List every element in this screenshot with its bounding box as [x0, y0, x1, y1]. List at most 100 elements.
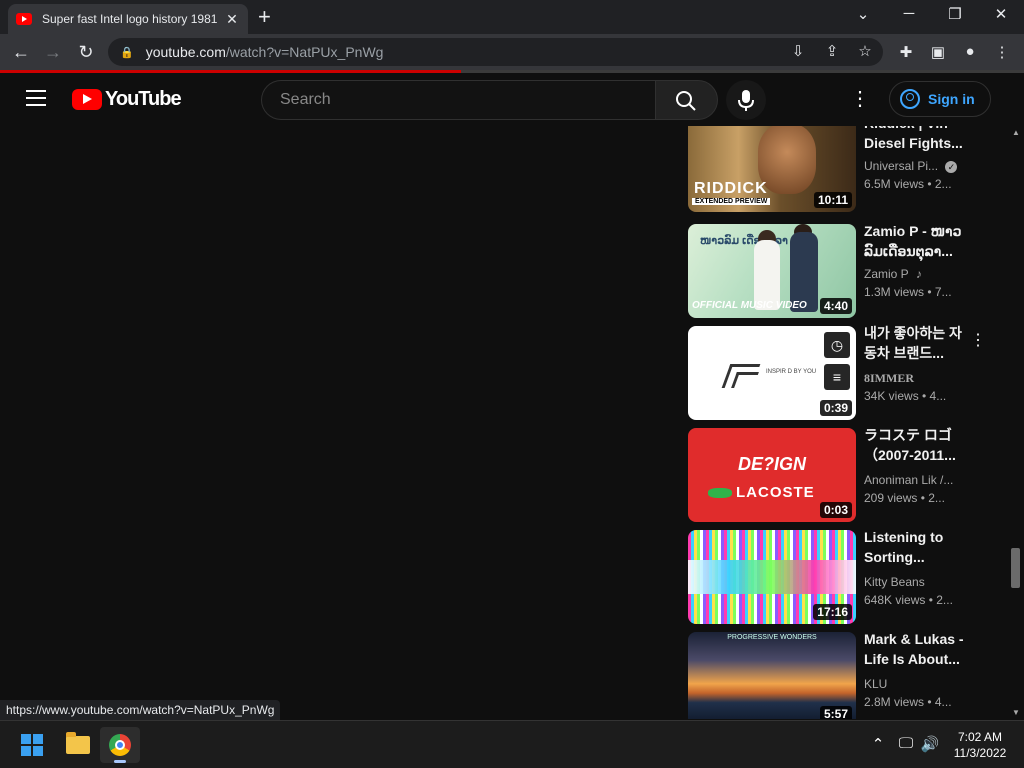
crocodile-logo-icon — [708, 488, 732, 498]
video-duration: 0:03 — [819, 502, 852, 518]
bookmark-star-icon[interactable]: ☆ — [855, 42, 875, 60]
video-thumbnail[interactable]: PROGRESSIVE WONDERS 5:57 — [688, 632, 856, 719]
account-circle-icon — [900, 89, 920, 109]
lock-icon: 🔒 — [120, 46, 134, 59]
active-indicator — [114, 760, 126, 763]
recommendation-item[interactable]: 17:16 Listening to Sorting... Kitty Bean… — [688, 527, 988, 624]
microphone-icon — [738, 90, 754, 111]
youtube-favicon-icon — [16, 13, 32, 25]
new-tab-button[interactable]: + — [258, 4, 271, 30]
video-duration: 5:57 — [819, 706, 852, 719]
video-duration: 17:16 — [813, 604, 852, 620]
channel-name[interactable]: KLU — [864, 677, 887, 691]
scrollbar-thumb[interactable] — [1011, 548, 1020, 588]
recommendation-item[interactable]: INSPIR D BY YOU ◷ ≡ 0:39 내가 좋아하는 자동차 브랜드… — [688, 323, 988, 420]
chrome-icon — [109, 734, 131, 756]
recommendation-item[interactable]: DE?IGN LACOSTE 0:03 ラコステ ロゴ（2007-2011...… — [688, 425, 988, 522]
folder-icon — [66, 732, 90, 754]
start-button[interactable] — [12, 727, 52, 763]
youtube-logo[interactable]: YouTube — [72, 88, 182, 111]
recommendation-item[interactable]: ໜາວລົມ ເດືອນຕຸລາ OFFICIAL MUSIC VIDEO 4:… — [688, 221, 988, 318]
watch-later-clock-icon[interactable]: ◷ — [824, 332, 850, 358]
thumbnail-text: OFFICIAL MUSIC VIDEO — [692, 300, 807, 311]
scroll-up-arrow-icon[interactable]: ▲ — [1012, 128, 1020, 137]
video-title[interactable]: Listening to Sorting... — [864, 527, 968, 567]
chrome-taskbar-button[interactable] — [100, 727, 140, 763]
address-bar[interactable]: 🔒 youtube.com/watch?v=NatPUx_PnWg ⇩ ⇪ ☆ — [108, 38, 883, 66]
channel-name[interactable]: 8IMMER — [864, 371, 914, 386]
browser-tab[interactable]: Super fast Intel logo history 1981 ✕ — [8, 4, 248, 34]
search-button[interactable] — [655, 80, 718, 120]
video-duration: 10:11 — [813, 192, 852, 208]
search-box — [261, 80, 655, 120]
search-icon — [676, 91, 696, 111]
file-explorer-button[interactable] — [56, 727, 96, 763]
video-thumbnail[interactable]: 17:16 — [688, 530, 856, 624]
video-title[interactable]: 내가 좋아하는 자동차 브랜드... — [864, 323, 968, 363]
video-title[interactable]: Zamio P - ໜາວ ລົມເດືອນຕຸລາ... — [864, 221, 968, 261]
clock-date: 11/3/2022 — [953, 746, 1007, 760]
video-thumbnail[interactable]: INSPIR D BY YOU ◷ ≡ 0:39 — [688, 326, 856, 420]
url-path: /watch?v=NatPUx_PnWg — [225, 44, 384, 60]
tab-search-chevron-icon[interactable]: ⌄ — [853, 5, 873, 23]
video-thumbnail[interactable]: DE?IGN LACOSTE 0:03 — [688, 428, 856, 522]
network-icon[interactable]: 🖵 — [896, 735, 916, 752]
verified-check-icon: ✓ — [945, 161, 958, 173]
reload-button[interactable]: ↻ — [75, 41, 97, 63]
taskbar-clock[interactable]: 7:02 AM 11/3/2022 — [944, 729, 1016, 761]
settings-more-icon[interactable]: ⋮ — [850, 87, 870, 111]
video-metadata: 2.8M views • 4... — [864, 695, 952, 709]
show-hidden-icons-chevron-icon[interactable]: ⌃ — [868, 735, 888, 753]
thumbnail-text: DE?IGN — [737, 454, 806, 474]
video-title[interactable]: Riddick | Vin Diesel Fights... — [864, 126, 968, 153]
scroll-down-arrow-icon[interactable]: ▼ — [1012, 708, 1020, 717]
video-thumbnail[interactable]: RIDDICK EXTENDED PREVIEW 10:11 — [688, 126, 856, 212]
channel-name-text: Zamio P — [864, 267, 909, 281]
recommendation-item[interactable]: RIDDICK EXTENDED PREVIEW 10:11 Riddick |… — [688, 126, 988, 212]
clock-time: 7:02 AM — [957, 730, 1003, 744]
channel-name[interactable]: Universal Pi... ✓ — [864, 159, 958, 173]
voice-search-button[interactable] — [726, 80, 766, 120]
thumbnail-subtext: LACOSTE — [736, 484, 815, 501]
youtube-play-icon — [72, 89, 102, 110]
channel-name[interactable]: Zamio P ♪ — [864, 267, 922, 281]
video-duration: 4:40 — [819, 298, 852, 314]
back-button[interactable]: ← — [10, 41, 32, 63]
music-note-icon: ♪ — [915, 267, 922, 281]
windows-logo-icon — [21, 734, 43, 756]
thumbnail-art — [688, 560, 856, 594]
add-to-queue-icon[interactable]: ≡ — [824, 364, 850, 390]
video-title[interactable]: ラコステ ロゴ（2007-2011... — [864, 425, 968, 465]
browser-tab-strip: Super fast Intel logo history 1981 ✕ + ⌄… — [0, 0, 1024, 34]
profile-icon[interactable]: ● — [960, 43, 980, 60]
search-input[interactable] — [278, 90, 655, 110]
sign-in-button[interactable]: Sign in — [889, 81, 991, 117]
action-menu-icon[interactable]: ⋮ — [970, 330, 986, 350]
minimize-button[interactable]: ─ — [899, 5, 919, 22]
tab-close-icon[interactable]: ✕ — [224, 11, 240, 28]
extensions-puzzle-icon[interactable]: ✚ — [896, 43, 916, 61]
page-scrollbar[interactable]: ▲ ▼ — [1008, 126, 1024, 719]
install-app-icon[interactable]: ⇩ — [788, 42, 808, 60]
recommendation-item[interactable]: PROGRESSIVE WONDERS 5:57 Mark & Lukas - … — [688, 629, 988, 719]
side-panel-icon[interactable]: ▣ — [928, 43, 948, 61]
video-title[interactable]: Mark & Lukas - Life Is About... — [864, 629, 968, 669]
thumbnail-art — [731, 372, 759, 388]
restore-button[interactable]: ❐ — [945, 5, 965, 23]
watch-page-content: RIDDICK EXTENDED PREVIEW 10:11 Riddick |… — [0, 126, 1008, 719]
browser-menu-icon[interactable]: ⋮ — [992, 43, 1012, 61]
windows-taskbar: ⌃ 🖵 🔊 7:02 AM 11/3/2022 — [0, 720, 1024, 768]
volume-icon[interactable]: 🔊 — [920, 735, 940, 753]
thumbnail-text: PROGRESSIVE WONDERS — [727, 634, 817, 641]
hamburger-menu-icon[interactable] — [26, 90, 46, 106]
video-thumbnail[interactable]: ໜາວລົມ ເດືອນຕຸລາ OFFICIAL MUSIC VIDEO 4:… — [688, 224, 856, 318]
youtube-header: YouTube ⋮ Sign in — [0, 73, 1024, 126]
share-icon[interactable]: ⇪ — [822, 42, 842, 60]
url-host: youtube.com — [145, 44, 226, 60]
forward-button[interactable]: → — [42, 41, 64, 63]
channel-name[interactable]: Kitty Beans — [864, 575, 925, 589]
close-window-button[interactable]: ✕ — [991, 5, 1011, 23]
thumbnail-text: RIDDICK — [694, 180, 768, 197]
channel-name[interactable]: Anoniman Lik /... — [864, 473, 953, 487]
video-metadata: 648K views • 2... — [864, 593, 953, 607]
